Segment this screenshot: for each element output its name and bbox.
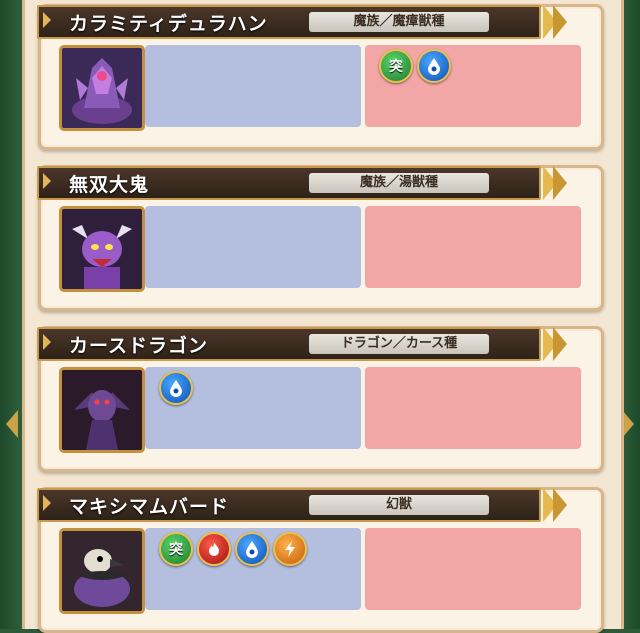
monster-name: カースドラゴン: [69, 335, 209, 357]
pink-icon-row: 突: [379, 49, 451, 83]
chevron-icon: [553, 5, 567, 39]
monster-family-tag: 幻獣: [309, 495, 489, 515]
resistance-box-pink: [365, 206, 581, 288]
monster-family-tag: 魔族／湯獣種: [309, 173, 489, 193]
monster-family-tag: 魔族／魔瘴獣種: [309, 12, 489, 32]
chevron-icon: [553, 327, 567, 361]
water-icon: [159, 371, 193, 405]
monster-card[interactable]: マキシマムバード 幻獣 突: [37, 487, 604, 633]
resistance-box-blue: [145, 206, 361, 288]
toku-icon: 突: [379, 49, 413, 83]
monster-banner: カースドラゴン ドラゴン／カース種: [37, 327, 541, 361]
resistance-box-blue: 突: [145, 528, 361, 610]
monster-card[interactable]: カラミティデュラハン 魔族／魔瘴獣種 突: [37, 4, 604, 150]
banner-cap-icon: [43, 334, 51, 350]
chevron-icon: [553, 488, 567, 522]
monster-card[interactable]: カースドラゴン ドラゴン／カース種: [37, 326, 604, 472]
monster-name: 無双大鬼: [69, 174, 150, 196]
monster-card[interactable]: 無双大鬼 魔族／湯獣種: [37, 165, 604, 311]
monster-portrait[interactable]: [59, 367, 145, 453]
blue-icon-row: 突: [159, 532, 307, 566]
monster-banner: カラミティデュラハン 魔族／魔瘴獣種: [37, 5, 541, 39]
water-icon: [417, 49, 451, 83]
monster-name: マキシマムバード: [69, 496, 230, 518]
prev-arrow-icon[interactable]: [6, 410, 18, 438]
resistance-box-pink: 突: [365, 45, 581, 127]
monster-family-tag: ドラゴン／カース種: [309, 334, 489, 354]
blue-icon-row: [159, 371, 193, 405]
resistance-box-blue: [145, 45, 361, 127]
monster-portrait[interactable]: [59, 206, 145, 292]
water-icon: [235, 532, 269, 566]
toku-icon: 突: [159, 532, 193, 566]
monster-portrait[interactable]: [59, 528, 145, 614]
resistance-box-blue: [145, 367, 361, 449]
monster-name: カラミティデュラハン: [69, 13, 268, 35]
thunder-icon: [273, 532, 307, 566]
banner-cap-icon: [43, 12, 51, 28]
monster-banner: 無双大鬼 魔族／湯獣種: [37, 166, 541, 200]
banner-cap-icon: [43, 173, 51, 189]
resistance-box-pink: [365, 528, 581, 610]
banner-cap-icon: [43, 495, 51, 511]
chevron-icon: [553, 166, 567, 200]
monster-portrait[interactable]: [59, 45, 145, 131]
fire-icon: [197, 532, 231, 566]
monster-banner: マキシマムバード 幻獣: [37, 488, 541, 522]
resistance-box-pink: [365, 367, 581, 449]
